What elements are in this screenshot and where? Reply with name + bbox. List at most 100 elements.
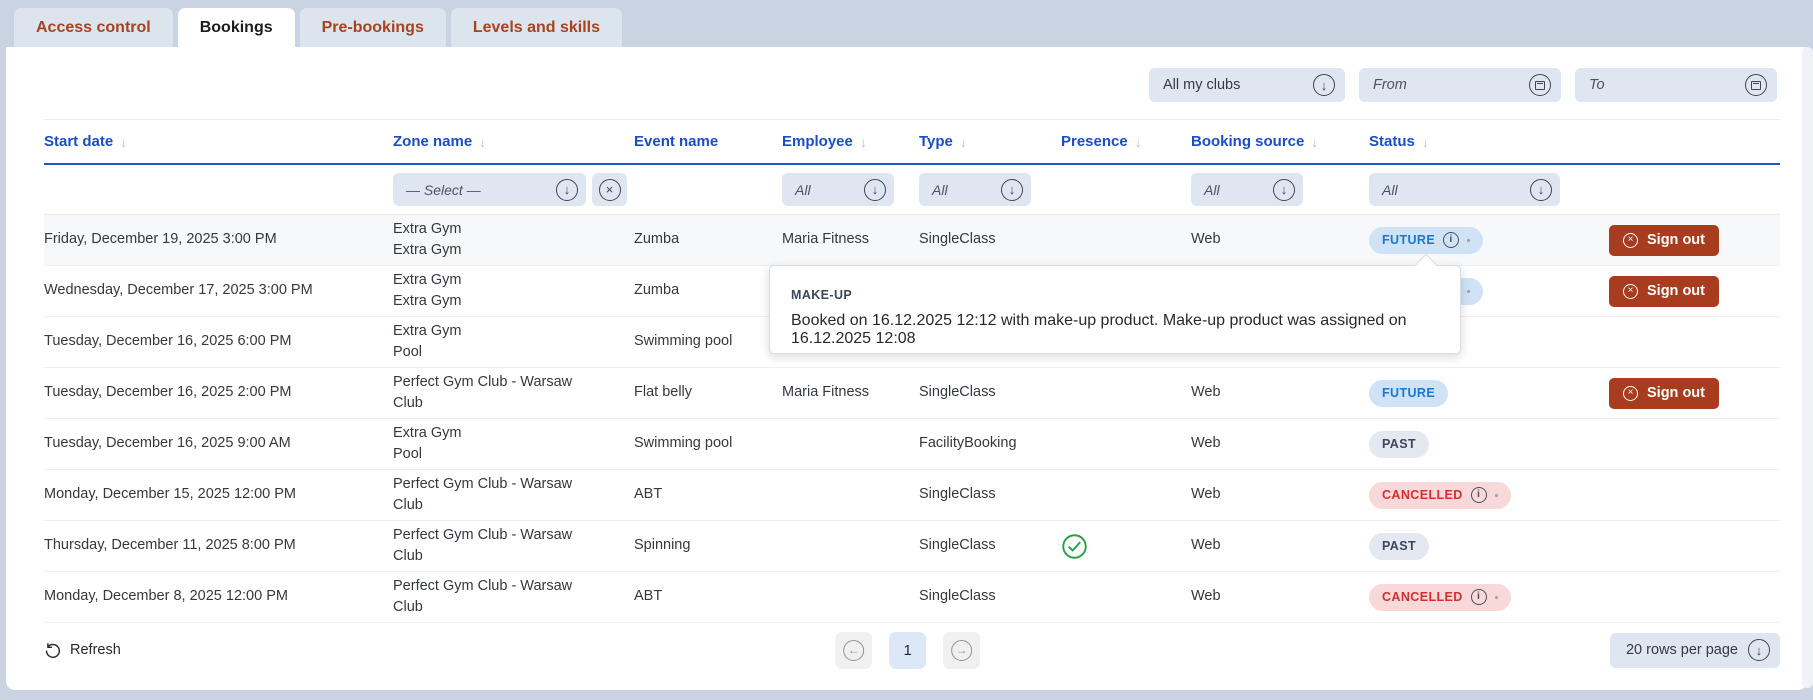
col-status[interactable]: Status ↓: [1369, 133, 1560, 150]
zone-filter-select[interactable]: — Select — ↓: [393, 173, 586, 206]
employee-filter-select[interactable]: All ↓: [782, 173, 894, 206]
start-date: Thursday, December 11, 2025 8:00 PM: [44, 537, 296, 554]
event-name: Swimming pool: [634, 333, 733, 350]
status-filter-select[interactable]: All ↓: [1369, 173, 1560, 206]
booking-source: Web: [1191, 435, 1221, 452]
tab-bar: Access control Bookings Pre-bookings Lev…: [0, 0, 1813, 47]
arrow-right-icon: →: [951, 639, 973, 661]
type-filter-select[interactable]: All ↓: [919, 173, 1031, 206]
chevron-down-icon: ↓: [864, 178, 886, 201]
tab-bookings[interactable]: Bookings: [177, 8, 295, 47]
refresh-icon: [45, 642, 60, 658]
calendar-icon: [1745, 74, 1767, 96]
scrollbar[interactable]: [1802, 47, 1813, 688]
col-start-date[interactable]: Start date ↓: [44, 133, 393, 150]
chevron-down-icon: ↓: [1530, 178, 1552, 201]
date-to-input[interactable]: To: [1575, 68, 1777, 102]
sort-icon: ↓: [479, 133, 487, 150]
bookings-page: Access control Bookings Pre-bookings Lev…: [0, 0, 1813, 700]
top-filters: All my clubs ↓ From To: [1149, 68, 1777, 102]
dot: [1467, 289, 1471, 293]
start-date: Monday, December 8, 2025 12:00 PM: [44, 588, 288, 605]
event-name: Spinning: [634, 537, 691, 554]
sort-icon: ↓: [859, 133, 867, 150]
tooltip-body: Booked on 16.12.2025 12:12 with make-up …: [791, 312, 1407, 347]
start-date: Tuesday, December 16, 2025 9:00 AM: [44, 435, 291, 452]
event-name: Swimming pool: [634, 435, 733, 452]
clubs-select-value: All my clubs: [1163, 77, 1241, 93]
status-badge: CANCELLED i: [1369, 481, 1511, 509]
zone-name: Perfect Gym Club - Warsaw Club: [393, 526, 573, 564]
table-row: Tuesday, December 16, 2025 2:00 PM Perfe…: [44, 368, 1780, 419]
status-cell: PAST: [1369, 430, 1560, 458]
start-date: Friday, December 19, 2025 3:00 PM: [44, 231, 277, 248]
pagination: ← 1 →: [835, 631, 981, 669]
dot: [1467, 238, 1471, 242]
sign-out-button[interactable]: × Sign out: [1609, 275, 1719, 307]
clear-x-icon: ×: [598, 178, 621, 201]
zone-name: Extra Gym Pool: [393, 424, 462, 462]
bookings-table: Start date ↓ Zone name ↓ Event name Employ…: [44, 119, 1780, 623]
chevron-down-icon: ↓: [1748, 639, 1770, 661]
employee: Maria Fitness: [782, 384, 870, 401]
table-header: Start date ↓ Zone name ↓ Event name Employ…: [44, 119, 1780, 165]
event-name: Zumba: [634, 282, 680, 299]
status-badge: CANCELLED i: [1369, 583, 1511, 611]
status-badge: FUTURE: [1369, 379, 1449, 407]
refresh-button[interactable]: Refresh: [44, 642, 121, 659]
type: SingleClass: [919, 486, 996, 503]
zone-name: Perfect Gym Club - Warsaw Club: [393, 373, 573, 411]
sign-out-x-icon: ×: [1623, 232, 1638, 248]
status-cell: CANCELLED i: [1369, 583, 1560, 611]
type: FacilityBooking: [919, 435, 1017, 452]
next-page-button[interactable]: →: [943, 631, 981, 669]
sign-out-button[interactable]: × Sign out: [1609, 224, 1719, 256]
sort-icon: ↓: [1134, 133, 1142, 150]
employee: Maria Fitness: [782, 231, 870, 248]
col-employee[interactable]: Employee ↓: [782, 133, 919, 150]
sort-icon: ↓: [959, 133, 967, 150]
presence-check-icon: [1061, 533, 1191, 560]
tab-levels-and-skills[interactable]: Levels and skills: [450, 8, 623, 47]
status-cell: PAST: [1369, 532, 1560, 560]
chevron-down-icon: ↓: [1001, 178, 1023, 201]
col-type[interactable]: Type ↓: [919, 133, 1061, 150]
page-number[interactable]: 1: [889, 631, 927, 669]
tab-access-control[interactable]: Access control: [14, 8, 173, 47]
status-badge: PAST: [1369, 430, 1430, 458]
makeup-tooltip: MAKE-UP Booked on 16.12.2025 12:12 with …: [769, 253, 1461, 354]
dot: [1494, 595, 1498, 599]
col-presence[interactable]: Presence ↓: [1061, 133, 1191, 150]
type: SingleClass: [919, 231, 996, 248]
tab-pre-bookings[interactable]: Pre-bookings: [299, 8, 446, 47]
date-from-input[interactable]: From: [1359, 68, 1561, 102]
calendar-icon: [1529, 74, 1551, 96]
info-icon[interactable]: i: [1470, 487, 1487, 503]
col-event-name[interactable]: Event name: [634, 133, 782, 150]
arrow-left-icon: ←: [843, 639, 865, 661]
status-cell: FUTUREi: [1369, 226, 1560, 254]
start-date: Monday, December 15, 2025 12:00 PM: [44, 486, 297, 503]
booking-source-filter-select[interactable]: All ↓: [1191, 173, 1303, 206]
start-date: Wednesday, December 17, 2025 3:00 PM: [44, 282, 313, 299]
zone-filter-clear-button[interactable]: ×: [592, 173, 627, 206]
previous-page-button[interactable]: ←: [835, 631, 873, 669]
chevron-down-icon: ↓: [556, 178, 578, 201]
dot: [1494, 493, 1498, 497]
info-icon[interactable]: i: [1443, 232, 1460, 248]
info-icon[interactable]: i: [1470, 589, 1487, 605]
col-zone-name[interactable]: Zone name ↓: [393, 133, 634, 150]
clubs-select[interactable]: All my clubs ↓: [1149, 68, 1345, 102]
rows-per-page-select[interactable]: 20 rows per page ↓: [1609, 632, 1780, 668]
sign-out-x-icon: ×: [1623, 385, 1638, 401]
table-footer: Refresh ← 1 → 20 rows per page ↓: [44, 628, 1780, 672]
chevron-down-icon: ↓: [1273, 178, 1295, 201]
type: SingleClass: [919, 588, 996, 605]
date-to-placeholder: To: [1589, 77, 1605, 93]
sort-icon: ↓: [1421, 133, 1429, 150]
col-booking-source[interactable]: Booking source ↓: [1191, 133, 1369, 150]
type: SingleClass: [919, 537, 996, 554]
start-date: Tuesday, December 16, 2025 2:00 PM: [44, 384, 292, 401]
sign-out-button[interactable]: × Sign out: [1609, 377, 1719, 409]
zone-name: Extra Gym Extra Gym: [393, 271, 462, 309]
